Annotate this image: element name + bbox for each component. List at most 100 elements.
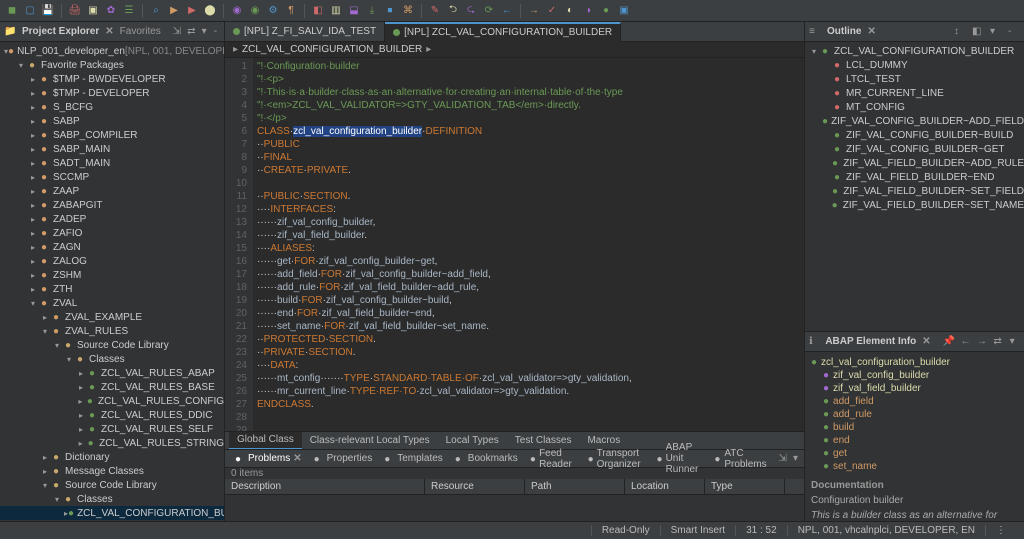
toolbar-button-2[interactable]: 💾	[40, 3, 56, 19]
tree-item[interactable]: ▸●$TMP - DEVELOPER	[0, 86, 224, 100]
tree-item[interactable]: ▸●SABP	[0, 114, 224, 128]
tree-item[interactable]: ▸●ZAAP	[0, 184, 224, 198]
tree-item[interactable]: ▾●NLP_001_developer_en [NPL, 001, DEVELO…	[0, 44, 224, 58]
toolbar-button-21[interactable]: ✎	[427, 3, 443, 19]
tree-item[interactable]: ▸●SABP_COMPILER	[0, 128, 224, 142]
toolbar-button-12[interactable]: ◉	[247, 3, 263, 19]
toolbar-button-18[interactable]: ⤓	[364, 3, 380, 19]
toolbar-button-5[interactable]: ✿	[103, 3, 119, 19]
toolbar-button-0[interactable]: ◼	[4, 3, 20, 19]
problems-tab[interactable]: ●Bookmarks	[449, 453, 524, 464]
toolbar-button-6[interactable]: ☰	[121, 3, 137, 19]
toolbar-button-26[interactable]: →	[526, 3, 542, 19]
toolbar-button-9[interactable]: ▶	[184, 3, 200, 19]
toolbar-button-1[interactable]: ▢	[22, 3, 38, 19]
tree-item[interactable]: ●ZIF_VAL_CONFIG_BUILDER~ADD_FIELD	[805, 114, 1024, 128]
tree-item[interactable]: ●ZIF_VAL_CONFIG_BUILDER~GET	[805, 142, 1024, 156]
problems-tab[interactable]: ●Templates	[378, 453, 449, 464]
tree-item[interactable]: ▸●SCCMP	[0, 170, 224, 184]
tree-item[interactable]: ●ZIF_VAL_FIELD_BUILDER~SET_FIELD	[805, 184, 1024, 198]
link-icon[interactable]: ⇄	[993, 336, 1003, 348]
editor-subtab[interactable]: Local Types	[438, 432, 507, 450]
editor-tab[interactable]: [NPL] ZCL_VAL_CONFIGURATION_BUILDER	[385, 22, 621, 42]
toolbar-button-10[interactable]: ⬤	[202, 3, 218, 19]
tree-item[interactable]: ▸●ZALOG	[0, 254, 224, 268]
tree-item[interactable]: ▸●ZSHM	[0, 268, 224, 282]
element-info-item[interactable]: ●add_rule	[811, 408, 1018, 421]
link-editor-icon[interactable]: ⇄	[187, 26, 195, 38]
tree-item[interactable]: ●MT_CONFIG	[805, 100, 1024, 114]
tree-item[interactable]: ▸●ZCL_VAL_RULES_STRING	[0, 436, 224, 450]
problems-toolbar-icon[interactable]: ▾	[790, 453, 801, 464]
pin-icon[interactable]: 📌	[943, 336, 955, 348]
tree-item[interactable]: ▸●SABP_MAIN	[0, 142, 224, 156]
problems-column-header[interactable]: Description	[225, 479, 425, 494]
problems-tab[interactable]: ●ATC Problems	[708, 448, 775, 470]
tree-item[interactable]: ●ZIF_VAL_FIELD_BUILDER~END	[805, 170, 1024, 184]
view-menu-icon[interactable]: ▾	[202, 26, 208, 38]
toolbar-button-13[interactable]: ⚙	[265, 3, 281, 19]
minimize-icon[interactable]: -	[1008, 26, 1020, 38]
view-close-icon[interactable]: ✕	[867, 26, 875, 37]
toolbar-button-24[interactable]: ⟳	[481, 3, 497, 19]
tree-item[interactable]: ▸●ZAFIO	[0, 226, 224, 240]
view-menu-icon[interactable]: ▾	[990, 26, 1002, 38]
toolbar-button-11[interactable]: ◉	[229, 3, 245, 19]
toolbar-button-4[interactable]: ▣	[85, 3, 101, 19]
toolbar-button-3[interactable]: 🖨	[67, 3, 83, 19]
problems-column-header[interactable]: Type	[705, 479, 785, 494]
tree-item[interactable]: ●ZIF_VAL_FIELD_BUILDER~SET_NAME	[805, 198, 1024, 212]
problems-column-header[interactable]: Location	[625, 479, 705, 494]
toolbar-button-30[interactable]: ●	[598, 3, 614, 19]
tree-item[interactable]: ▸●ZCL_VAL_RULES_BASE	[0, 380, 224, 394]
problems-tab[interactable]: ●Problems ✕	[229, 453, 308, 464]
editor-subtab[interactable]: Class-relevant Local Types	[302, 432, 438, 450]
breadcrumb[interactable]: ▸ZCL_VAL_CONFIGURATION_BUILDER▸	[225, 42, 804, 58]
tree-item[interactable]: ●MR_CURRENT_LINE	[805, 86, 1024, 100]
tree-item[interactable]: ▸●S_BCFG	[0, 100, 224, 114]
tree-item[interactable]: ●LCL_DUMMY	[805, 58, 1024, 72]
view-close-icon[interactable]: ✕	[922, 336, 930, 347]
tree-item[interactable]: ●ZIF_VAL_FIELD_BUILDER~ADD_RULE	[805, 156, 1024, 170]
toolbar-button-25[interactable]: ←	[499, 3, 515, 19]
problems-tab[interactable]: ●Feed Reader	[524, 448, 582, 470]
element-info-item[interactable]: ●add_field	[811, 395, 1018, 408]
editor-subtab[interactable]: Global Class	[229, 432, 302, 450]
tree-item[interactable]: ▸●ZCL_VAL_RULES_DDIC	[0, 408, 224, 422]
toolbar-button-22[interactable]: ⮌	[445, 3, 461, 19]
tree-item[interactable]: ▸●ZABAPGIT	[0, 198, 224, 212]
tree-item[interactable]: ▸●$TMP - BWDEVELOPER	[0, 72, 224, 86]
problems-column-header[interactable]: Resource	[425, 479, 525, 494]
sort-icon[interactable]: ↕	[954, 26, 966, 38]
element-info-item[interactable]: ●build	[811, 421, 1018, 434]
tree-item[interactable]: ▸●ZCL_VAL_CONFIGURATION_BUILDER	[0, 506, 224, 520]
project-tree[interactable]: ▾●NLP_001_developer_en [NPL, 001, DEVELO…	[0, 42, 224, 521]
tree-item[interactable]: ▸●ZTH	[0, 282, 224, 296]
code-editor[interactable]: 1234567891011121314151617181920212223242…	[225, 58, 804, 431]
back-icon[interactable]: ←	[961, 336, 971, 348]
element-info-item[interactable]: ●end	[811, 434, 1018, 447]
tree-item[interactable]: ▸●ZAGN	[0, 240, 224, 254]
toolbar-button-28[interactable]: ◐	[562, 3, 578, 19]
tree-item[interactable]: ▾●Source Code Library	[0, 478, 224, 492]
toolbar-button-20[interactable]: ⌘	[400, 3, 416, 19]
problems-column-header[interactable]: Path	[525, 479, 625, 494]
tree-item[interactable]: ▸●ZCL_VAL_RULES_CONFIG	[0, 394, 224, 408]
tree-item[interactable]: ▾●Classes	[0, 492, 224, 506]
tree-item[interactable]: ▸●ZCL_VAL_RULES_ABAP	[0, 366, 224, 380]
toolbar-button-15[interactable]: ◧	[310, 3, 326, 19]
view-menu-icon[interactable]: ▾	[1010, 336, 1020, 348]
tree-item[interactable]: ▾●ZCL_VAL_CONFIGURATION_BUILDER	[805, 44, 1024, 58]
tree-item[interactable]: ▸●ZVAL_EXAMPLE	[0, 310, 224, 324]
favorites-tab[interactable]: Favorites	[120, 26, 161, 37]
tree-item[interactable]: ▸●ZADEP	[0, 212, 224, 226]
view-close-icon[interactable]: ✕	[105, 26, 113, 37]
problems-tab[interactable]: ●Transport Organizer	[582, 448, 651, 470]
code-area[interactable]: "!·Configuration·builder"!·<p>"!·This·is…	[253, 58, 804, 431]
filter-icon[interactable]: ◧	[972, 26, 984, 38]
element-info-item[interactable]: ●zif_val_config_builder	[811, 369, 1018, 382]
minimize-icon[interactable]: -	[214, 26, 220, 38]
tree-item[interactable]: ▾●Source Code Library	[0, 338, 224, 352]
tree-item[interactable]: ●ZIF_VAL_CONFIG_BUILDER~BUILD	[805, 128, 1024, 142]
tree-item[interactable]: ▸●Dictionary	[0, 450, 224, 464]
